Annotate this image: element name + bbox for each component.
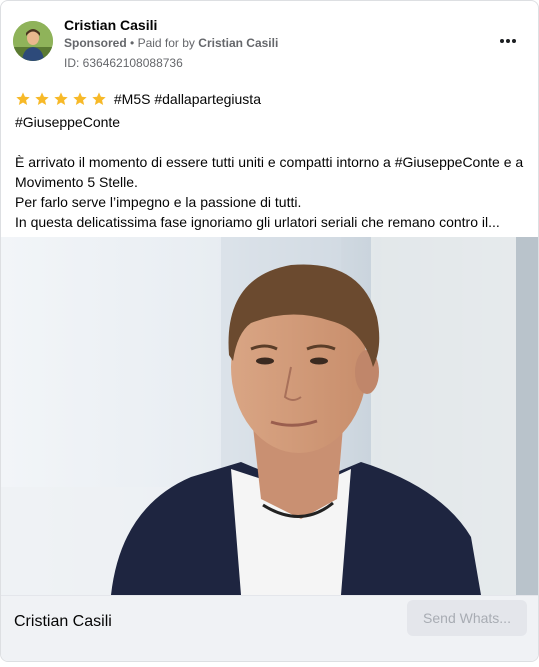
- paragraph-1-line-1: È arrivato il momento di essere tutti un…: [15, 154, 524, 170]
- ad-image[interactable]: [1, 237, 538, 595]
- send-whatsapp-button[interactable]: Send Whats...: [407, 600, 527, 636]
- post-text: #M5S #dallapartegiusta #GiuseppeConte È …: [15, 89, 524, 232]
- star-icon: [91, 91, 107, 107]
- hashtag-line-1: #M5S #dallapartegiusta: [15, 89, 524, 112]
- sponsored-label: Sponsored: [64, 36, 127, 50]
- separator: •: [130, 36, 135, 50]
- more-options-icon[interactable]: [490, 27, 526, 55]
- star-icon: [53, 91, 69, 107]
- star-icon: [34, 91, 50, 107]
- ad-footer: Cristian Casili Send Whats...: [1, 595, 538, 661]
- paid-for-prefix: Paid for by: [137, 36, 195, 50]
- star-rating: [15, 91, 110, 112]
- ad-id: ID: 636462108088736: [64, 56, 183, 70]
- hashtags-2[interactable]: #GiuseppeConte: [15, 112, 524, 132]
- paragraph-2: Per farlo serve l’impegno e la passione …: [15, 194, 302, 210]
- star-icon: [72, 91, 88, 107]
- footer-name[interactable]: Cristian Casili: [14, 613, 112, 631]
- avatar[interactable]: [13, 21, 53, 61]
- post-header: Cristian Casili Sponsored • Paid for by …: [13, 15, 526, 75]
- author-name[interactable]: Cristian Casili: [64, 17, 157, 33]
- sponsored-line: Sponsored • Paid for by Cristian Casili: [64, 36, 278, 50]
- paragraph-3[interactable]: In questa delicatissima fase ignoriamo g…: [15, 212, 524, 232]
- paragraph-1-line-2: Movimento 5 Stelle.: [15, 174, 138, 190]
- star-icon: [15, 91, 31, 107]
- ad-card: Cristian Casili Sponsored • Paid for by …: [0, 0, 539, 662]
- paid-for-name[interactable]: Cristian Casili: [198, 36, 278, 50]
- hashtags-1[interactable]: #M5S #dallapartegiusta: [114, 91, 261, 107]
